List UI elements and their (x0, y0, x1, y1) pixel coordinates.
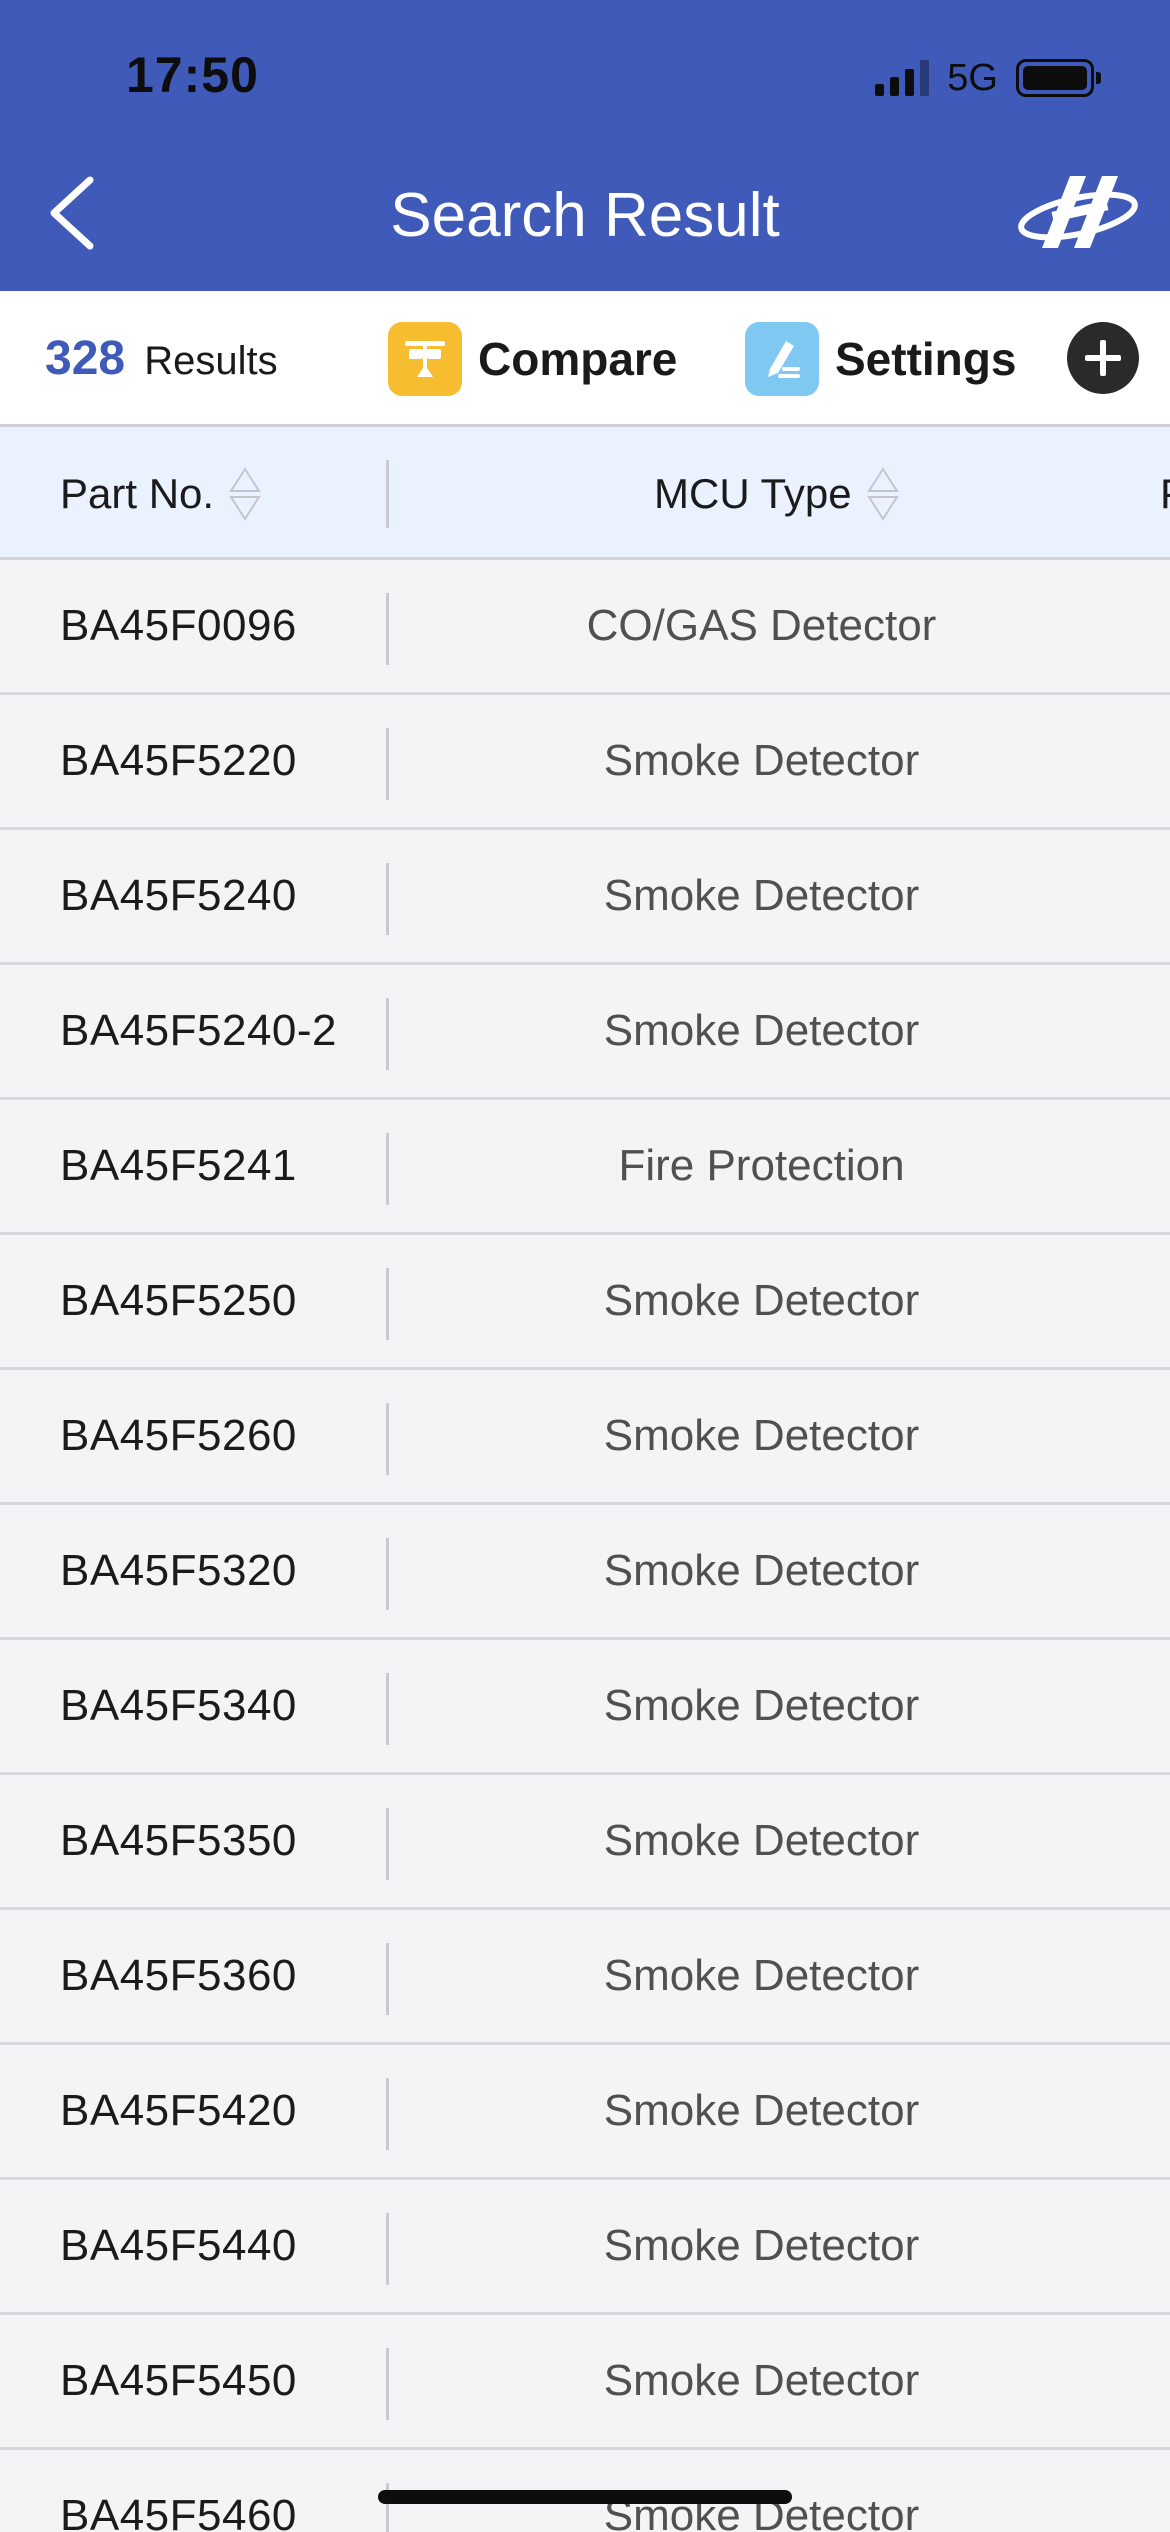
cell-mcu-type: Fire Protection (618, 1141, 905, 1190)
add-button[interactable] (1067, 322, 1139, 394)
column-header-part-no[interactable]: Part No. (60, 427, 262, 560)
cell-mcu-type: Smoke Detector (603, 736, 920, 785)
table-row[interactable]: BA45F5220 Smoke Detector (0, 695, 1170, 830)
cell-mcu-type: Smoke Detector (603, 1681, 920, 1730)
table-row[interactable]: BA45F5440 Smoke Detector (0, 2180, 1170, 2315)
sort-icon (866, 466, 899, 521)
settings-label: Settings (835, 333, 1017, 385)
network-type: 5G (947, 56, 998, 99)
cell-part-no: BA45F5241 (60, 1141, 297, 1190)
results-count-label: Results (144, 339, 278, 383)
table-row[interactable]: BA45F5250 Smoke Detector (0, 1235, 1170, 1370)
home-indicator (378, 2490, 792, 2504)
cell-mcu-type: Smoke Detector (603, 1951, 920, 2000)
cell-mcu-type: Smoke Detector (603, 1006, 920, 1055)
cell-part-no: BA45F5420 (60, 2086, 297, 2135)
table-row[interactable]: BA45F5240-2 Smoke Detector (0, 965, 1170, 1100)
results-toolbar: 328 Results Compare Settings (0, 291, 1170, 427)
table-row[interactable]: BA45F5241 Fire Protection (0, 1100, 1170, 1235)
cell-part-no: BA45F5450 (60, 2356, 297, 2405)
cell-part-no: BA45F5220 (60, 736, 297, 785)
cell-part-no: BA45F0096 (60, 601, 297, 650)
app-header: 17:50 5G Search Result (0, 0, 1170, 291)
cell-part-no: BA45F5250 (60, 1276, 297, 1325)
column-header-label: P (1160, 470, 1170, 518)
table-header: Part No. MCU Type P (0, 427, 1170, 560)
table-row[interactable]: BA45F5450 Smoke Detector (0, 2315, 1170, 2450)
cellular-signal-icon (875, 60, 930, 96)
cell-part-no: BA45F5440 (60, 2221, 297, 2270)
table-row[interactable]: BA45F5350 Smoke Detector (0, 1775, 1170, 1910)
table-row[interactable]: BA45F5260 Smoke Detector (0, 1370, 1170, 1505)
cell-part-no: BA45F5240-2 (60, 1006, 338, 1055)
cell-mcu-type: Smoke Detector (603, 2356, 920, 2405)
brand-logo-icon (1012, 168, 1142, 258)
column-header-next[interactable]: P (1160, 427, 1170, 560)
cell-mcu-type: Smoke Detector (603, 1276, 920, 1325)
cell-mcu-type: Smoke Detector (603, 1546, 920, 1595)
column-divider (386, 460, 389, 528)
table-row[interactable]: BA45F5240 Smoke Detector (0, 830, 1170, 965)
results-count: 328 Results (45, 331, 278, 386)
cell-mcu-type: Smoke Detector (603, 1411, 920, 1460)
compare-icon (388, 322, 462, 396)
cell-mcu-type: Smoke Detector (603, 2086, 920, 2135)
cell-part-no: BA45F5240 (60, 871, 297, 920)
cell-part-no: BA45F5320 (60, 1546, 297, 1595)
column-header-label: Part No. (60, 469, 215, 517)
battery-icon (1016, 59, 1101, 97)
table-row[interactable]: BA45F5340 Smoke Detector (0, 1640, 1170, 1775)
table-row[interactable]: BA45F0096 CO/GAS Detector (0, 560, 1170, 695)
column-header-label: MCU Type (654, 469, 852, 517)
status-indicators: 5G (875, 50, 1101, 106)
compare-label: Compare (478, 333, 678, 385)
results-table: BA45F0096 CO/GAS Detector BA45F5220 Smoke D… (0, 560, 1170, 2532)
cell-mcu-type: Smoke Detector (603, 2221, 920, 2270)
cell-mcu-type: Smoke Detector (603, 871, 920, 920)
cell-part-no: BA45F5460 (60, 2491, 297, 2532)
settings-edit-icon (745, 322, 819, 396)
table-row[interactable]: BA45F5420 Smoke Detector (0, 2045, 1170, 2180)
settings-button[interactable]: Settings (745, 321, 1016, 397)
table-row[interactable]: BA45F5320 Smoke Detector (0, 1505, 1170, 1640)
table-row[interactable]: BA45F5360 Smoke Detector (0, 1910, 1170, 2045)
sort-icon (229, 466, 261, 521)
compare-button[interactable]: Compare (388, 321, 677, 397)
cell-part-no: BA45F5260 (60, 1411, 297, 1460)
status-time: 17:50 (126, 47, 259, 103)
cell-mcu-type: CO/GAS Detector (586, 601, 937, 650)
cell-part-no: BA45F5360 (60, 1951, 297, 2000)
cell-part-no: BA45F5350 (60, 1816, 297, 1865)
column-header-mcu-type[interactable]: MCU Type (654, 427, 900, 560)
cell-part-no: BA45F5340 (60, 1681, 297, 1730)
page-title: Search Result (390, 181, 780, 250)
cell-mcu-type: Smoke Detector (603, 1816, 920, 1865)
results-count-number: 328 (45, 332, 126, 385)
